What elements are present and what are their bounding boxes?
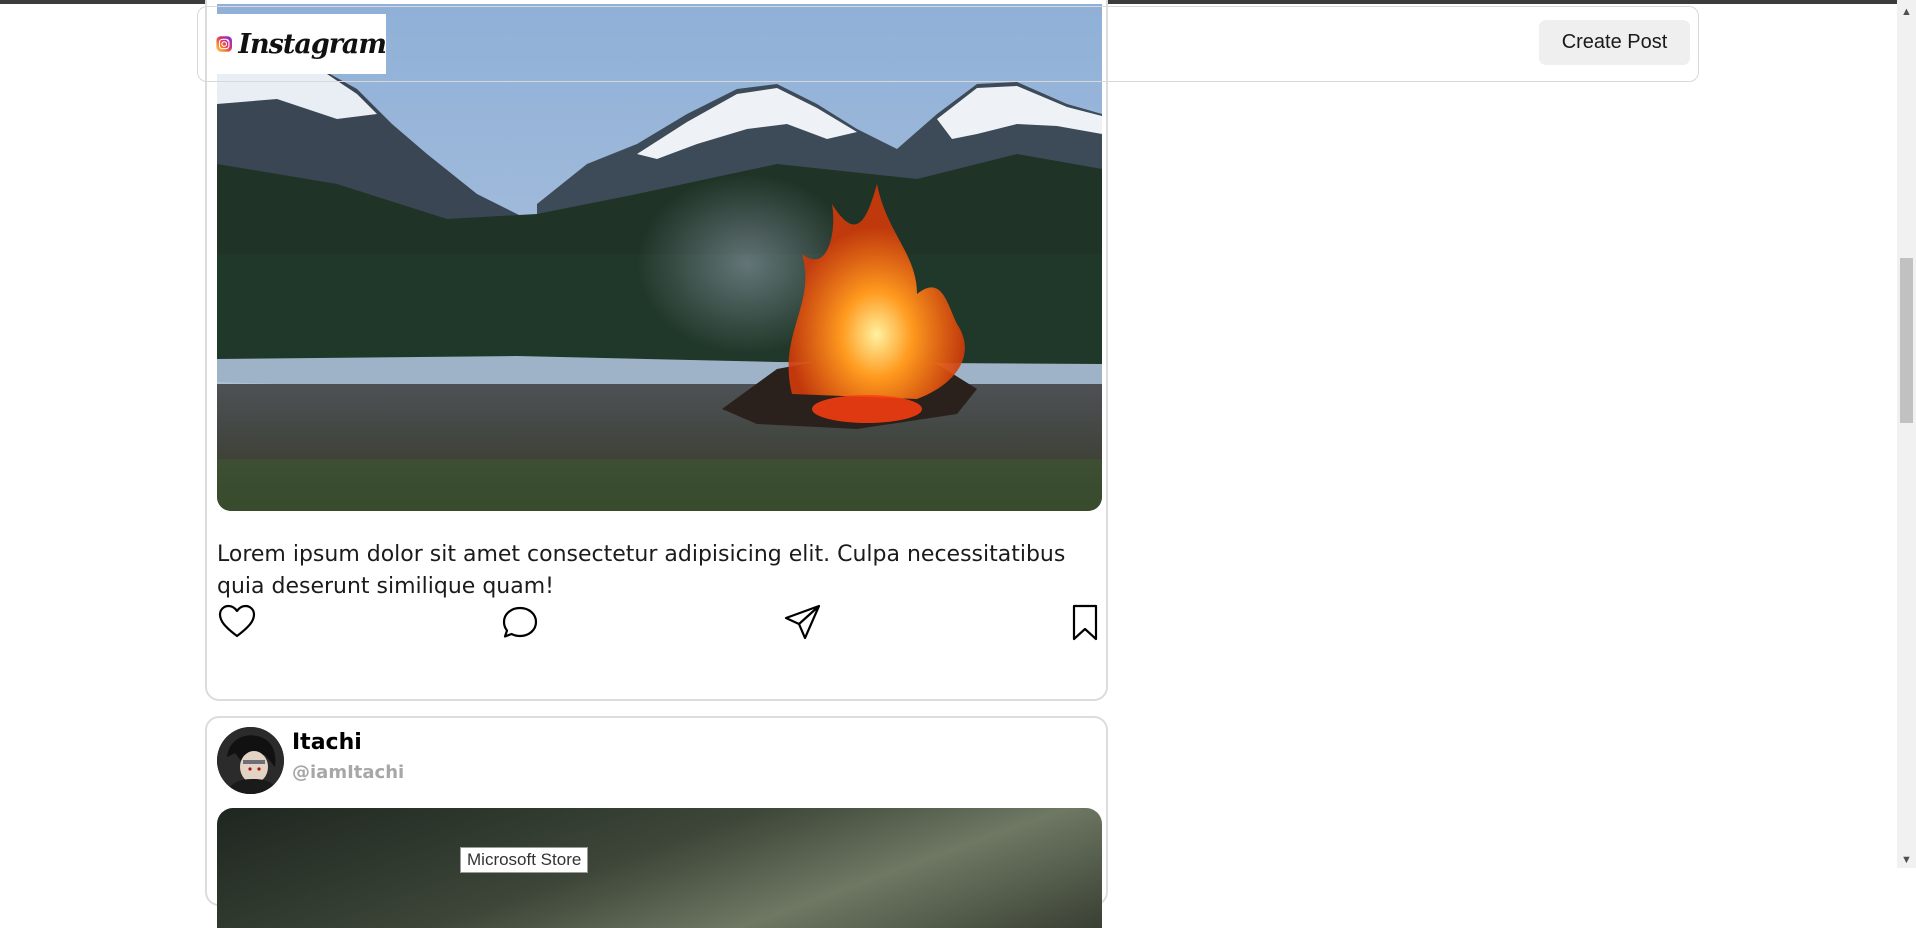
share-icon[interactable]	[783, 602, 823, 642]
post-actions	[217, 602, 1102, 646]
scroll-down-arrow-icon[interactable]: ▼	[1897, 852, 1916, 868]
post-caption: Lorem ipsum dolor sit amet consectetur a…	[217, 542, 1066, 599]
post-card: Itachi @iamItachi	[205, 716, 1108, 928]
heart-icon[interactable]	[217, 602, 257, 642]
author-name[interactable]: Itachi	[292, 730, 362, 755]
instagram-icon	[216, 36, 232, 52]
scrollbar-thumb[interactable]	[1900, 258, 1913, 423]
author-handle: @iamItachi	[292, 762, 405, 783]
taskbar-tooltip: Microsoft Store	[460, 847, 589, 873]
brand-logo[interactable]: Instagram	[208, 14, 387, 74]
comment-icon[interactable]	[500, 602, 540, 642]
post-image	[217, 808, 1102, 928]
navbar	[197, 6, 1699, 82]
avatar[interactable]	[217, 727, 284, 794]
create-post-button[interactable]: Create Post	[1539, 20, 1690, 65]
page-scrollbar[interactable]: ▲ ▼	[1897, 0, 1916, 868]
brand-name: Instagram	[238, 28, 387, 60]
scroll-up-arrow-icon[interactable]: ▲	[1897, 4, 1916, 20]
bookmark-icon[interactable]	[1065, 602, 1105, 642]
post-card: Lorem ipsum dolor sit amet consectetur a…	[205, 0, 1108, 701]
